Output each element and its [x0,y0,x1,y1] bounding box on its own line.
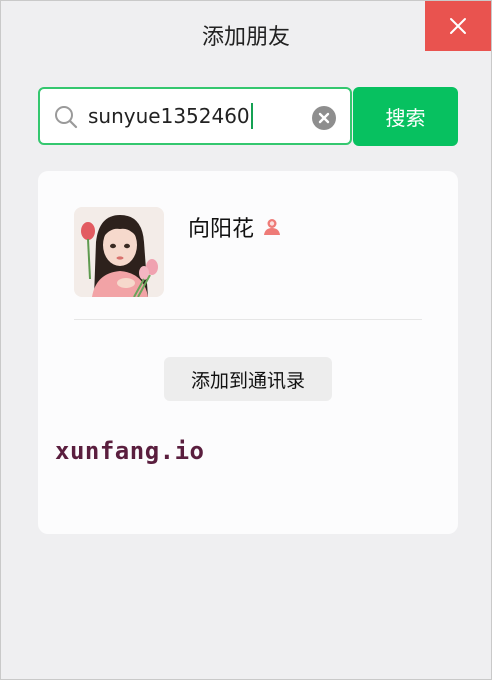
text-caret [250,103,253,129]
add-friend-window: 添加朋友 sunyue1352460 搜索 向阳花 添加到通讯录 xunfang… [0,0,492,680]
avatar[interactable] [74,207,164,297]
add-to-contacts-button[interactable]: 添加到通讯录 [164,357,332,401]
watermark-text: xunfang.io [55,437,205,465]
female-icon [264,219,281,235]
avatar-image [74,207,164,297]
clear-icon[interactable] [312,106,336,130]
contact-name: 向阳花 [188,217,255,242]
search-button[interactable]: 搜索 [353,87,458,146]
result-card: 向阳花 添加到通讯录 xunfang.io [38,171,458,534]
contact-name-row: 向阳花 [188,211,282,243]
window-title: 添加朋友 [201,25,290,50]
close-button[interactable] [425,1,491,51]
search-icon [55,106,78,129]
divider [74,319,422,320]
close-icon [450,18,466,34]
search-field-value[interactable]: sunyue1352460 [88,103,253,129]
search-query-text: sunyue1352460 [88,104,250,128]
search-input[interactable]: sunyue1352460 [38,87,352,145]
